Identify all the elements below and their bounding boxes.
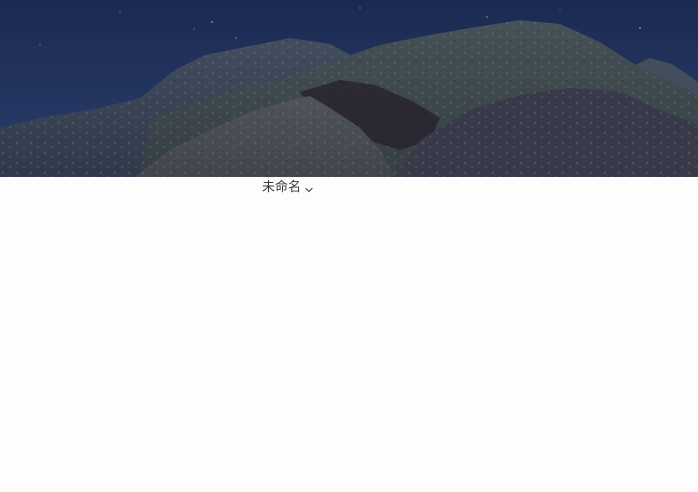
document-title-dropdown[interactable]: 未命名 xyxy=(262,179,314,197)
document-body[interactable] xyxy=(0,200,698,492)
mountain-landscape-image xyxy=(0,0,698,177)
chevron-down-icon xyxy=(304,183,314,193)
document-title: 未命名 xyxy=(262,180,302,195)
cover-banner xyxy=(0,0,698,177)
page: 未命名 xyxy=(0,0,698,492)
